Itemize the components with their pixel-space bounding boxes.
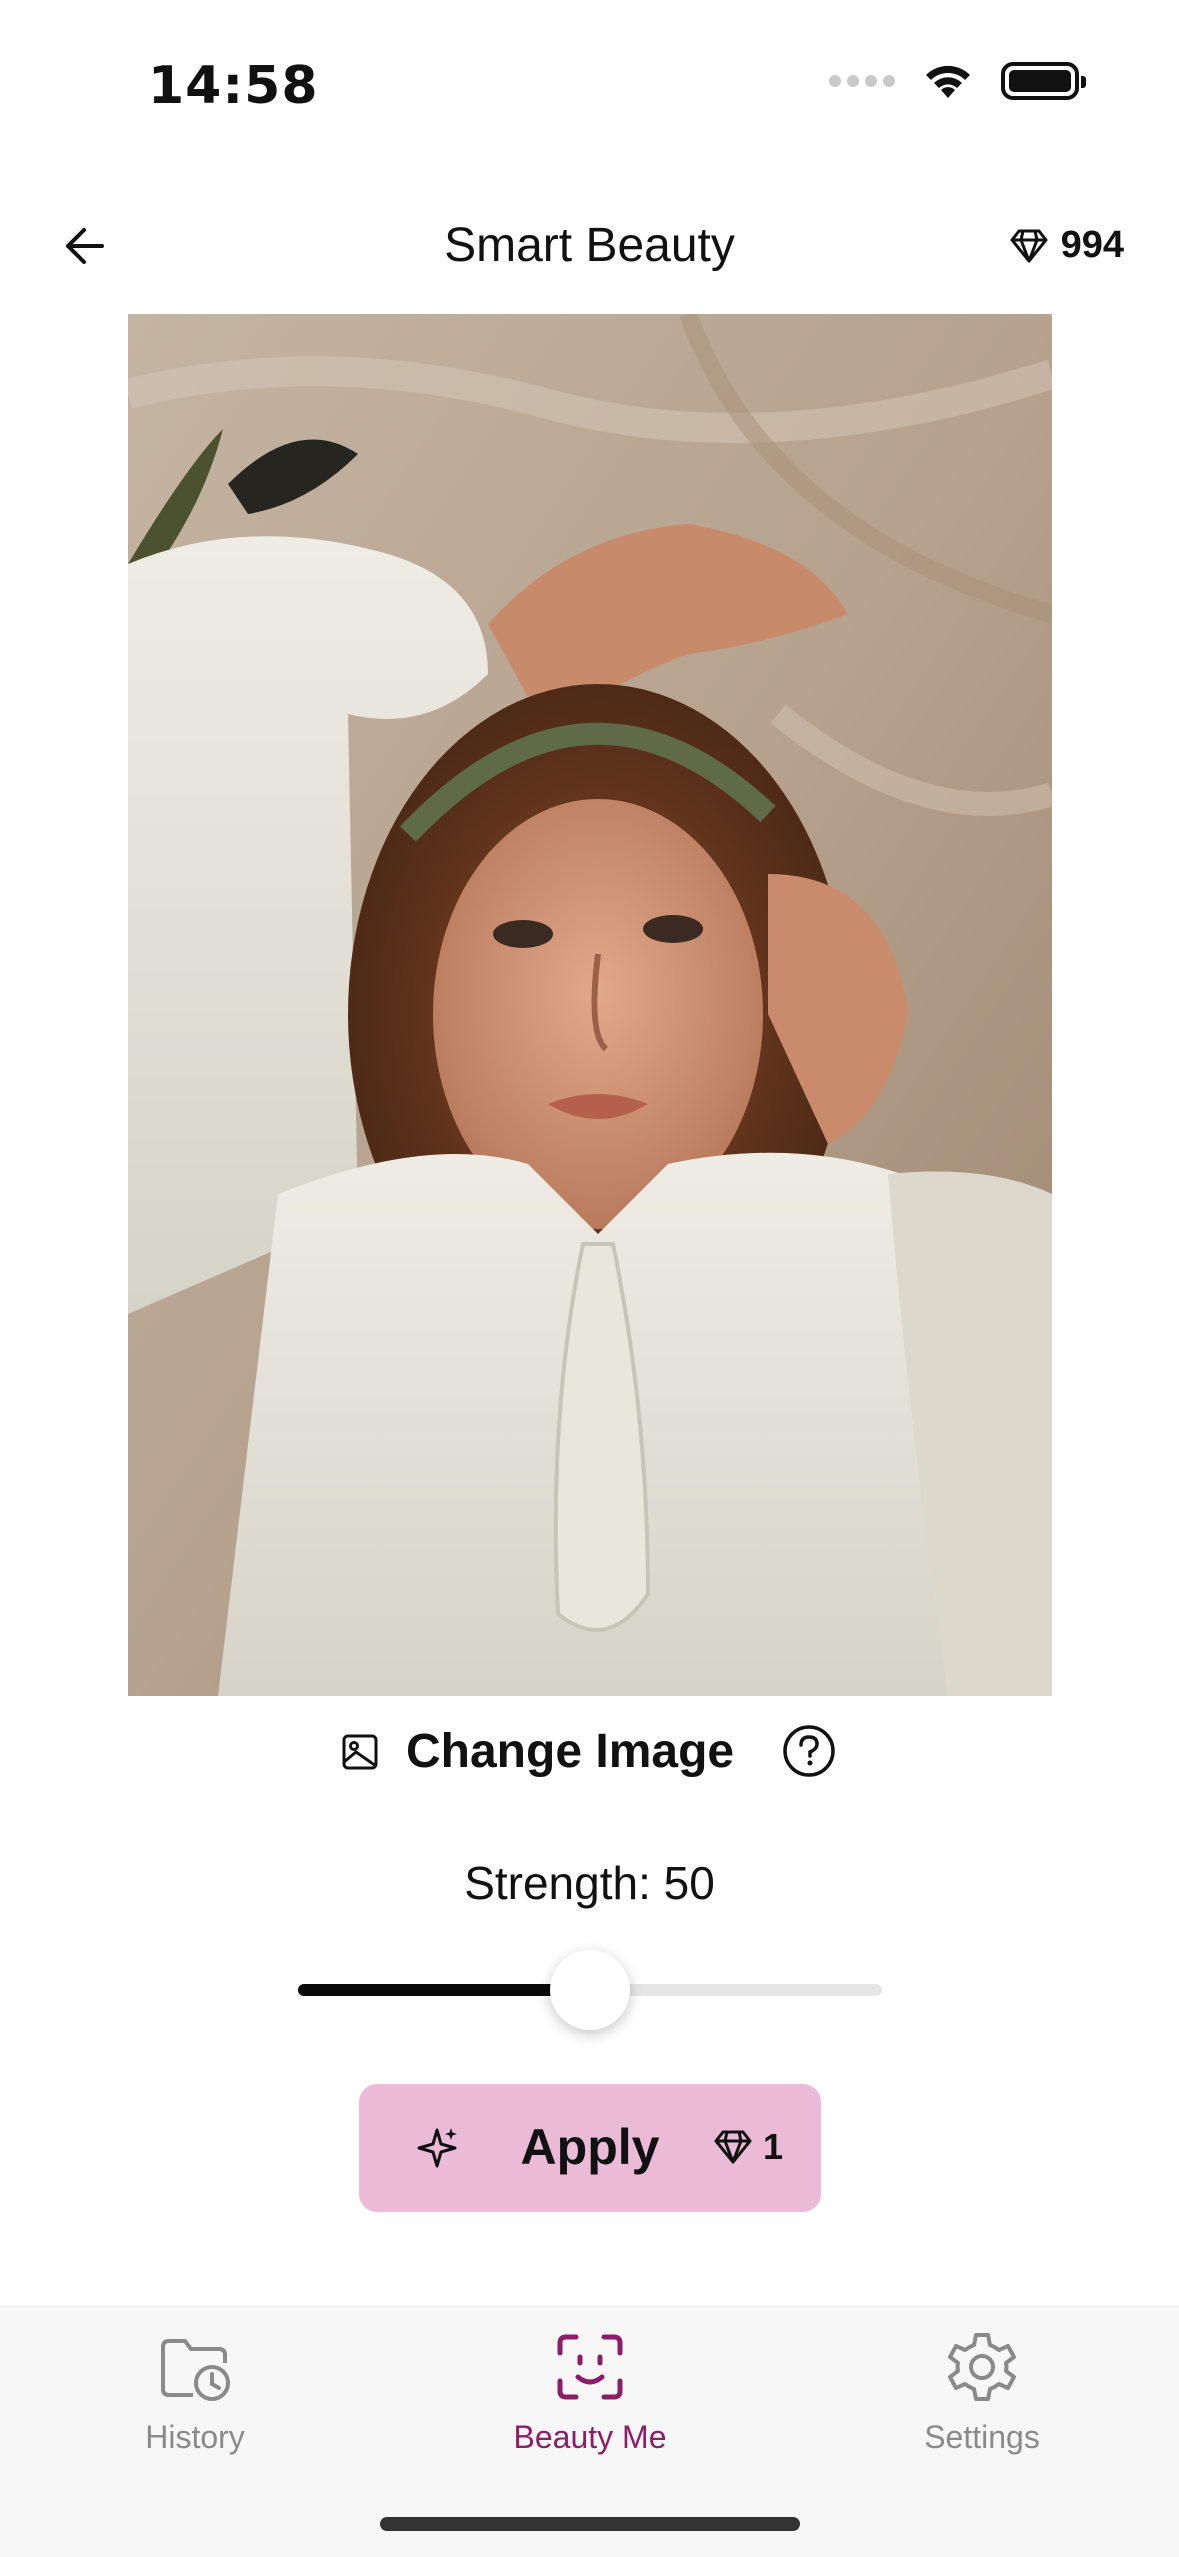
apply-cost: 1 <box>713 2126 783 2168</box>
slider-thumb[interactable] <box>550 1950 630 2030</box>
nav-item-history[interactable]: History <box>45 2327 345 2477</box>
nav-label-beauty-me: Beauty Me <box>513 2419 667 2455</box>
wifi-icon <box>926 65 970 98</box>
nav-item-beauty-me[interactable]: Beauty Me <box>440 2327 740 2477</box>
nav-label-history: History <box>145 2419 245 2455</box>
photo-preview <box>128 314 1052 1696</box>
strength-slider[interactable] <box>298 1950 882 2030</box>
page-title: Smart Beauty <box>444 219 735 272</box>
face-scan-icon <box>557 2334 623 2400</box>
portrait-image <box>128 314 1052 1696</box>
nav-label-settings: Settings <box>924 2419 1040 2455</box>
bottom-nav: History Beauty Me Settings <box>0 2306 1179 2557</box>
change-image-button[interactable]: Change Image <box>340 1724 734 1779</box>
change-image-row: Change Image <box>0 1720 1179 1790</box>
home-indicator <box>380 2517 800 2531</box>
image-icon <box>342 1734 378 1769</box>
status-icons <box>829 62 1086 100</box>
credits-balance[interactable]: 994 <box>1009 224 1124 267</box>
diamond-icon <box>1010 229 1048 262</box>
gear-icon <box>948 2333 1016 2401</box>
diamond-icon <box>714 2130 752 2164</box>
status-bar: 14:58 <box>0 0 1179 150</box>
app-header: Smart Beauty 994 <box>0 190 1179 300</box>
folder-clock-icon <box>161 2339 230 2401</box>
question-circle-icon[interactable] <box>782 1724 836 1778</box>
strength-label: Strength: 50 <box>464 1857 715 1909</box>
credits-value: 994 <box>1060 224 1124 266</box>
apply-button[interactable]: Apply 1 <box>359 2084 821 2212</box>
battery-icon <box>1001 62 1086 100</box>
status-time: 14:58 <box>148 56 319 116</box>
cellular-signal-icon <box>829 75 895 87</box>
change-image-label: Change Image <box>406 1725 735 1778</box>
nav-item-settings[interactable]: Settings <box>832 2327 1132 2477</box>
slider-fill <box>298 1984 590 1996</box>
apply-cost-value: 1 <box>762 2126 783 2167</box>
